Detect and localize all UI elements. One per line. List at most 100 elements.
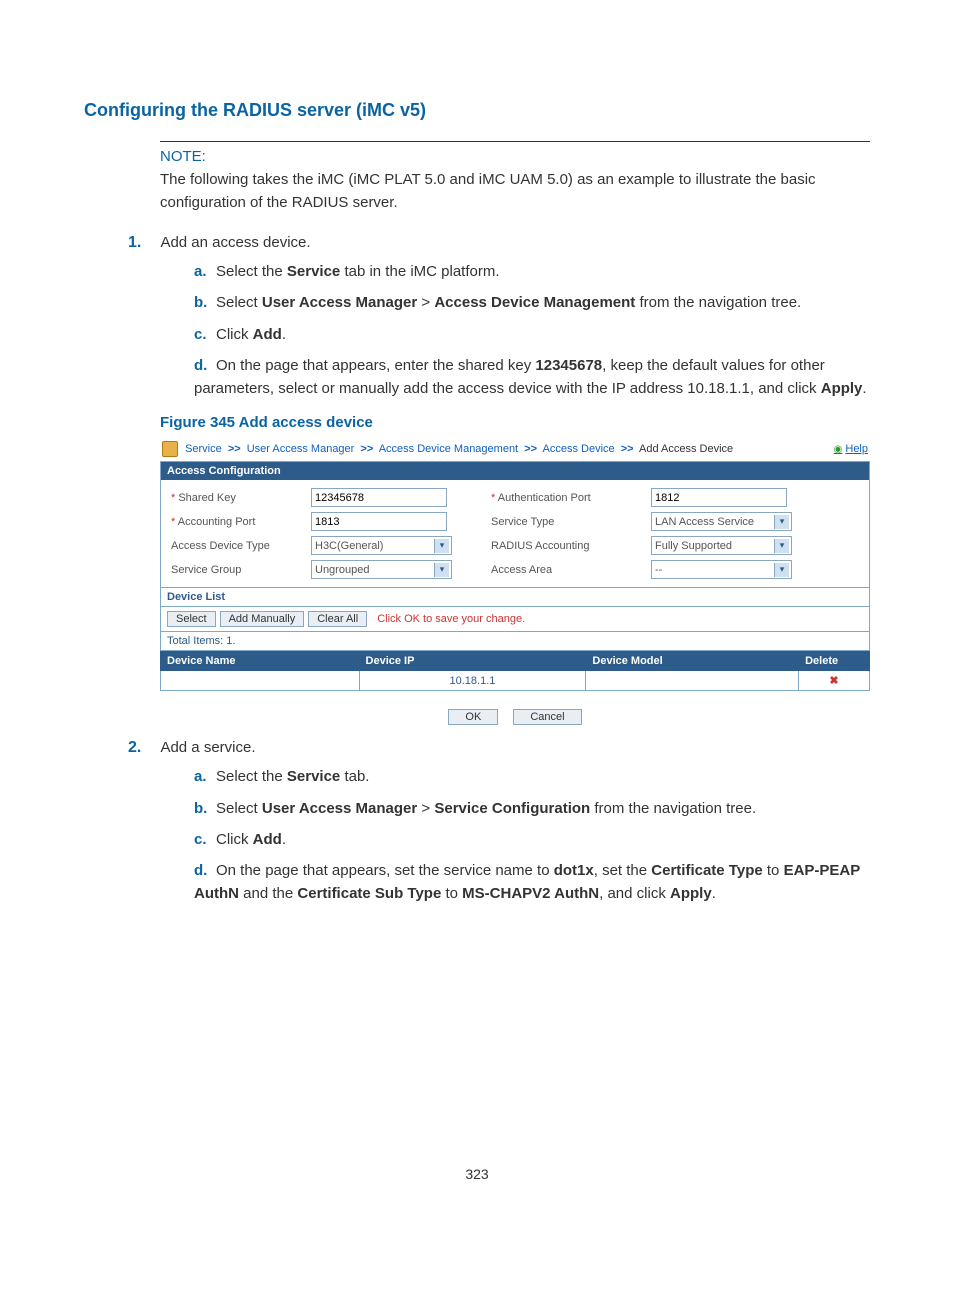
t: > [417,294,434,311]
step-2a: a.Select the Service tab. [194,765,870,788]
step-1a-letter: a. [194,260,216,283]
step-2c-letter: c. [194,828,216,851]
step-1: 1. Add an access device. a.Select the Se… [84,234,870,400]
add-manually-button[interactable]: Add Manually [220,611,305,627]
access-configuration-title: Access Configuration [161,462,869,480]
access-area-value: -- [655,564,662,576]
t: Select the [216,263,287,280]
service-type-value: LAN Access Service [655,516,754,528]
device-type-value: H3C(General) [315,540,383,552]
t: Apply [821,380,863,397]
step-2a-letter: a. [194,765,216,788]
access-area-select[interactable]: -- ▾ [651,560,792,579]
cell-device-ip: 10.18.1.1 [359,671,586,691]
sep: >> [357,443,376,455]
step-2b: b.Select User Access Manager > Service C… [194,797,870,820]
col-device-name: Device Name [161,652,360,671]
step-1d: d.On the page that appears, enter the sh… [194,354,870,401]
col-device-ip: Device IP [359,652,586,671]
note-title: NOTE: [160,148,870,165]
col-delete: Delete [799,652,870,671]
t: to [763,862,784,879]
t: Certificate Sub Type [297,885,441,902]
t: . [712,885,716,902]
device-type-select[interactable]: H3C(General)▾ [311,536,452,555]
t: Select [216,800,262,817]
t: User Access Manager [262,294,417,311]
col-device-model: Device Model [586,652,799,671]
save-hint: Click OK to save your change. [377,613,525,625]
step-2d-letter: d. [194,859,216,882]
radius-accounting-value: Fully Supported [655,540,732,552]
t: , set the [594,862,652,879]
t: from the navigation tree. [635,294,801,311]
device-table: Device Name Device IP Device Model Delet… [160,651,870,691]
t: > [417,800,434,817]
step-1c-letter: c. [194,323,216,346]
step-1b: b.Select User Access Manager > Access De… [194,291,870,314]
ok-button[interactable]: OK [448,709,498,725]
crumb-ad[interactable]: Access Device [543,443,615,455]
select-button[interactable]: Select [167,611,216,627]
cancel-button[interactable]: Cancel [513,709,581,725]
device-list-title: Device List [160,588,870,607]
cell-device-model [586,671,799,691]
step-1b-letter: b. [194,291,216,314]
t: On the page that appears, set the servic… [216,862,554,879]
label-shared-key: Shared Key [171,492,311,504]
t: User Access Manager [262,800,417,817]
label-service-type: Service Type [491,516,651,528]
crumb-adm[interactable]: Access Device Management [379,443,518,455]
t: dot1x [554,862,594,879]
sep: >> [618,443,637,455]
breadcrumb: Service >> User Access Manager >> Access… [162,441,733,457]
step-1c: c.Click Add. [194,323,870,346]
clear-all-button[interactable]: Clear All [308,611,367,627]
t: tab. [340,768,369,785]
t: . [282,326,286,343]
access-configuration-panel: Access Configuration Shared Key Authenti… [160,461,870,588]
shared-key-input[interactable] [311,488,447,507]
crumb-uam[interactable]: User Access Manager [247,443,355,455]
note-body: The following takes the iMC (iMC PLAT 5.… [160,169,870,214]
sep: >> [521,443,540,455]
t: On the page that appears, enter the shar… [216,357,535,374]
delete-icon[interactable]: ✖ [829,675,838,687]
label-radius-accounting: RADIUS Accounting [491,540,651,552]
label-device-type: Access Device Type [171,540,311,552]
t: Click [216,831,253,848]
t: to [441,885,462,902]
note-divider [160,141,870,142]
help-link[interactable]: Help [834,443,868,455]
step-1d-letter: d. [194,354,216,377]
device-list-toolbar: Select Add Manually Clear All Click OK t… [160,607,870,632]
chevron-down-icon: ▾ [774,515,789,529]
figure-caption: Figure 345 Add access device [160,414,870,431]
t: Service [287,768,340,785]
service-type-select[interactable]: LAN Access Service ▾ [651,512,792,531]
t: . [862,380,866,397]
step-2c: c.Click Add. [194,828,870,851]
folder-icon [162,441,178,457]
total-items: Total Items: 1. [160,632,870,651]
table-row: 10.18.1.1 ✖ [161,671,870,691]
crumb-service[interactable]: Service [185,443,222,455]
step-1a: a.Select the Service tab in the iMC plat… [194,260,870,283]
t: MS-CHAPV2 AuthN [462,885,599,902]
t: Add [253,326,282,343]
step-2: 2. Add a service. a.Select the Service t… [84,739,870,905]
chevron-down-icon: ▾ [774,539,789,553]
step-2-number: 2. [128,739,156,757]
acct-port-input[interactable] [311,512,447,531]
t: from the navigation tree. [590,800,756,817]
service-group-select[interactable]: Ungrouped▾ [311,560,452,579]
t: Select [216,294,262,311]
t: Select the [216,768,287,785]
section-title: Configuring the RADIUS server (iMC v5) [84,100,870,121]
label-acct-port: Accounting Port [171,516,311,528]
chevron-down-icon: ▾ [774,563,789,577]
auth-port-input[interactable] [651,488,787,507]
t: , and click [599,885,670,902]
figure-screenshot: Service >> User Access Manager >> Access… [160,437,870,725]
radius-accounting-select[interactable]: Fully Supported ▾ [651,536,792,555]
